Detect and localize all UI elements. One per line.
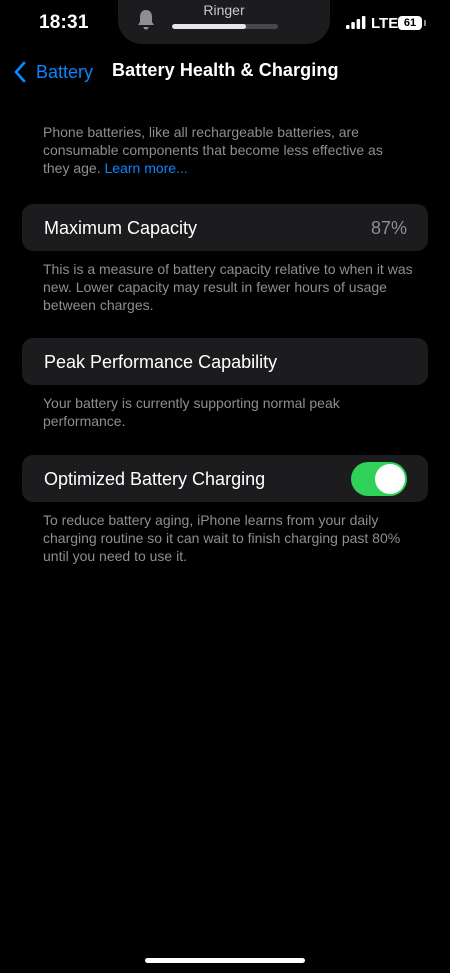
back-button-label: Battery [36,61,94,82]
intro-text: Phone batteries, like all rechargeable b… [43,123,413,177]
learn-more-link[interactable]: Learn more... [105,160,188,176]
page-title: Battery Health & Charging [112,60,339,80]
battery-tip [424,20,426,26]
ringer-island: Ringer [118,0,330,44]
peak-performance-row: Peak Performance Capability [22,338,428,385]
maximum-capacity-value: 87% [370,218,407,238]
ringer-volume-fill [172,24,247,29]
toggle-knob [375,464,405,494]
ringer-volume-bar [172,24,278,29]
battery-indicator: 61 [398,16,422,30]
status-bar: 18:31 Ringer LTE 61 [0,0,450,48]
intro-description: Phone batteries, like all rechargeable b… [43,124,383,176]
peak-performance-label: Peak Performance Capability [44,352,278,372]
maximum-capacity-footnote: This is a measure of battery capacity re… [43,261,413,313]
back-button[interactable]: Battery [12,58,93,86]
optimized-charging-row: Optimized Battery Charging [22,455,428,502]
cellular-signal-icon [346,16,366,34]
optimized-charging-label: Optimized Battery Charging [44,469,266,489]
maximum-capacity-row: Maximum Capacity 87% [22,204,428,251]
maximum-capacity-label: Maximum Capacity [44,218,198,238]
home-indicator[interactable] [145,958,305,963]
chevron-left-icon [14,61,26,83]
status-time: 18:31 [39,12,89,33]
ringer-label: Ringer [203,2,245,18]
optimized-charging-toggle[interactable] [351,462,407,496]
peak-performance-footnote: Your battery is currently supporting nor… [43,395,340,429]
network-type: LTE [371,15,399,32]
optimized-charging-footnote: To reduce battery aging, iPhone learns f… [43,512,401,564]
